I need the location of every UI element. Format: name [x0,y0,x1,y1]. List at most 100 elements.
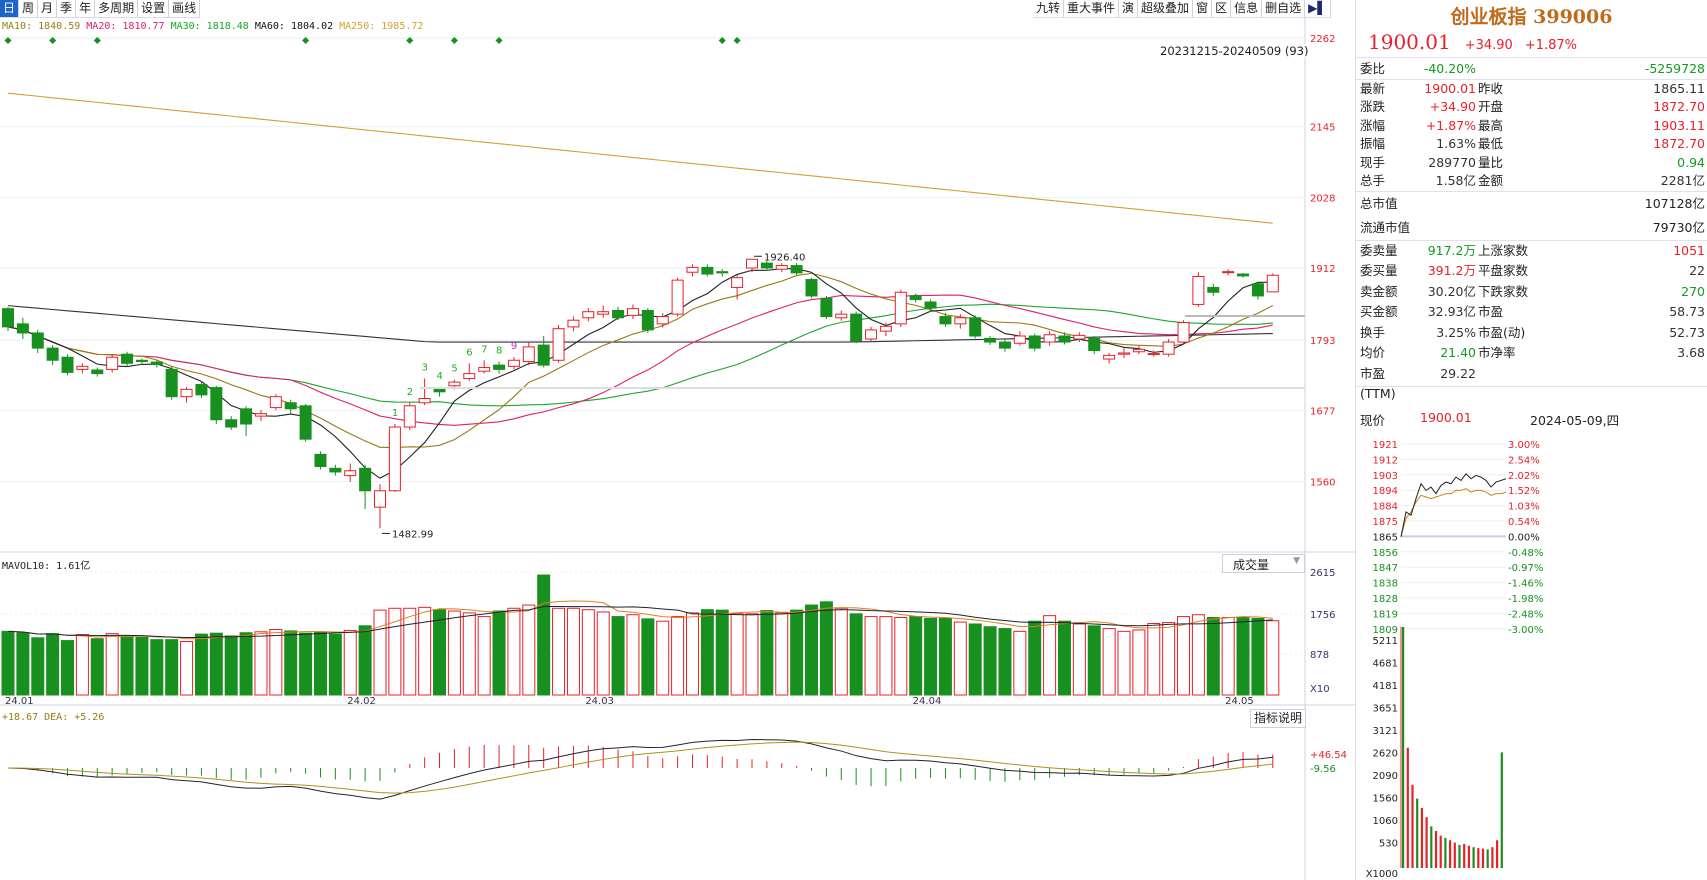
candle [2,308,14,328]
volume-bar [715,609,729,696]
intraday-pct-tick: 1.52% [1508,486,1540,497]
candle [567,319,580,328]
volume-bar [1013,630,1027,696]
candle [775,265,788,270]
candle [150,361,163,366]
volume-bar [1102,628,1116,696]
volume-bar [1087,625,1101,696]
tool-button-0[interactable]: 九转 [1033,0,1065,17]
tool-button-4[interactable]: 窗 [1193,0,1213,17]
intraday-price-tick: 1865 [1373,532,1398,543]
volume-bar [819,601,833,696]
field-value: 1903.11 [1653,117,1705,133]
tool-button-1[interactable]: 重大事件 [1064,0,1120,17]
volume-bar [209,632,223,696]
tool-button-7[interactable]: 删自选 [1262,0,1306,17]
field-value [1540,364,1707,385]
kline-chart[interactable]: 22622145202819121793167715601482.991926.… [0,0,1355,880]
tool-button-6[interactable]: 信息 [1231,0,1263,17]
field-value: 3.68 [1677,345,1705,360]
candle [507,359,520,367]
volume-bar [403,607,417,696]
volume-bar [760,610,774,696]
volume-bar [1221,617,1235,696]
period-tab-0[interactable]: 日 [0,0,20,17]
intraday-pct-tick: -1.46% [1508,579,1543,590]
field-label: 涨跌 [1360,99,1386,114]
candle [597,311,610,315]
price-change-pct: +1.87% [1524,38,1578,53]
volume-bar [180,640,194,696]
volume-bar [135,636,149,696]
period-tab-4[interactable]: 年 [76,0,96,17]
field-value: 0.94 [1677,154,1705,170]
volume-bar [596,611,610,696]
volume-bar [254,631,268,696]
volume-bar [373,609,387,696]
volume-tick: 1756 [1310,610,1335,621]
candle [909,295,922,301]
volume-indicator-select[interactable]: 成交量 ▼ [1222,554,1305,573]
volume-bar [849,613,863,696]
extreme-annotation: 1482.99 [392,529,433,540]
volume-bar [968,623,982,696]
field-label: 量比 [1478,154,1504,170]
intraday-volume-bar [1425,817,1428,868]
intraday-price-tick: 1856 [1373,548,1398,559]
candle [284,402,297,410]
date-label: 24.02 [347,696,376,707]
volume-bar [552,607,566,696]
field-value: 391.2万 [1427,263,1476,278]
field-value: 1872.70 [1653,136,1705,151]
indicator-help-button[interactable]: 指标说明 [1250,709,1306,728]
price-tick: 1912 [1310,264,1335,275]
market-cap-table: 总市值 107128亿 流通市值 79730亿 [1356,190,1707,240]
intraday-volume-bar [1430,826,1433,868]
candle [924,301,937,309]
weibi-value: -5259728 [1644,61,1705,76]
candle [433,388,446,393]
volume-bar [775,612,789,696]
candle [299,405,312,440]
quote-row: 总手 1.58亿 金额 2281亿 [1356,172,1707,191]
candle [1162,341,1175,355]
quote-row: 振幅 1.63% 最低 1872.70 [1356,135,1707,154]
period-tab-5[interactable]: 多周期 [95,0,139,17]
candle [210,387,223,421]
period-tab-2[interactable]: 月 [38,0,58,17]
period-tab-1[interactable]: 周 [19,0,39,17]
candle [1251,283,1264,297]
field-value: 1865.11 [1653,80,1705,96]
field-value: 21.40 [1440,345,1476,360]
candle [91,369,104,375]
intraday-price: 1900.01 [1420,410,1472,425]
intraday-pct-tick: 2.54% [1508,455,1540,466]
field-label: 均价 [1360,345,1386,360]
volume-bar [537,574,551,696]
period-tab-6[interactable]: 设置 [138,0,170,17]
field-value: 79730亿 [1652,219,1705,235]
macd-tick: -9.56 [1310,764,1336,775]
tool-button-2[interactable]: 演 [1119,0,1139,17]
period-tab-7[interactable]: 画线 [169,0,201,17]
tool-button-5[interactable]: 区 [1212,0,1232,17]
collapse-panel-icon[interactable]: ▶▌ [1305,0,1331,17]
candle [760,262,773,269]
field-value: 2281亿 [1660,173,1705,188]
volume-bar [1147,623,1161,696]
quote-row: 均价 21.40 市净率 3.68 [1356,343,1707,364]
quote-row: 委买量 391.2万 平盘家数 22 [1356,261,1707,282]
field-label: 振幅 [1360,136,1386,151]
volume-bar [1043,615,1057,696]
field-value: 1.58亿 [1435,173,1476,188]
candle [1103,354,1116,360]
period-tab-3[interactable]: 季 [57,0,77,17]
volume-bar [31,637,45,696]
intraday-pct-tick: -0.97% [1508,563,1543,574]
volume-bar [507,607,521,696]
candle [388,426,401,492]
tool-button-3[interactable]: 超级叠加 [1138,0,1194,17]
intraday-price-tick: 1894 [1373,486,1398,497]
candle [403,405,416,428]
intraday-volume-bar [1491,847,1494,868]
